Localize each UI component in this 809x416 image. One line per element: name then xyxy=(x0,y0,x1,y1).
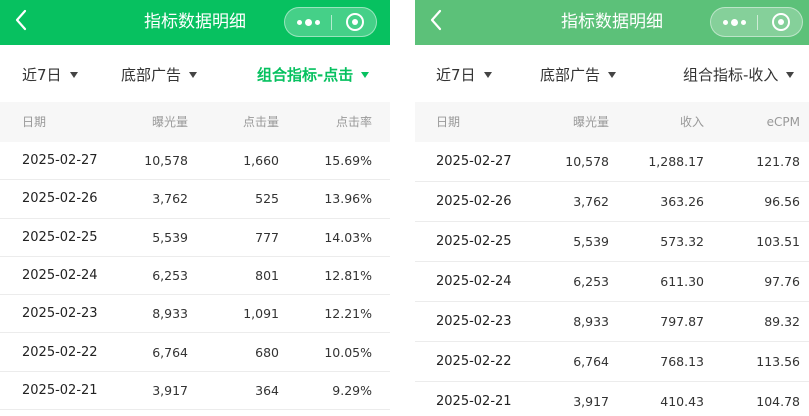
nav-bar: 指标数据明细 xyxy=(0,0,390,45)
cell-ecpm: 96.56 xyxy=(764,194,800,209)
table-row: 2025-02-22 6,764 680 10.05% xyxy=(0,333,390,372)
capsule-close-dot xyxy=(778,19,784,25)
more-dots-icon xyxy=(731,19,738,26)
ad-filter[interactable]: 底部广告 xyxy=(121,64,198,85)
close-button[interactable] xyxy=(758,8,804,36)
caret-down-icon xyxy=(483,72,492,78)
table-row: 2025-02-21 3,917 410.43 104.78 xyxy=(415,382,809,416)
ad-filter-label: 底部广告 xyxy=(121,66,182,84)
cell-ctr: 9.29% xyxy=(332,382,372,398)
metric-filter[interactable]: 组合指标-点击 xyxy=(257,64,370,85)
cell-ctr: 15.69% xyxy=(324,153,372,169)
capsule-close-dot xyxy=(352,19,358,25)
range-filter-label: 近7日 xyxy=(22,66,62,84)
more-dots-icon xyxy=(723,20,728,25)
table-row: 2025-02-22 6,764 768.13 113.56 xyxy=(415,342,809,382)
cell-ctr: 10.05% xyxy=(324,344,372,360)
table-header: 日期 曝光量 收入 eCPM xyxy=(415,102,809,142)
table-row: 2025-02-25 5,539 777 14.03% xyxy=(0,218,390,257)
more-dots-icon xyxy=(305,19,312,26)
nav-bar: 指标数据明细 xyxy=(415,0,809,45)
ad-filter-label: 底部广告 xyxy=(540,66,601,84)
table-row: 2025-02-24 6,253 801 12.81% xyxy=(0,256,390,296)
caret-down-icon xyxy=(786,72,795,78)
left-phone-screen: 指标数据明细 近7日 底部广告 组合指标-点击 日期 曝光量 点击量 点击率 2… xyxy=(0,0,390,416)
cell-ecpm: 103.51 xyxy=(756,234,800,249)
table-row: 2025-02-27 10,578 1,660 15.69% xyxy=(0,142,390,181)
table-row: 2025-02-26 3,762 363.26 96.56 xyxy=(415,182,809,222)
cell-ctr: 14.03% xyxy=(324,229,372,245)
caret-down-icon xyxy=(608,72,617,78)
range-filter[interactable]: 近7日 xyxy=(22,64,78,85)
range-filter[interactable]: 近7日 xyxy=(436,64,492,85)
screenshot-canvas: 指标数据明细 近7日 底部广告 组合指标-点击 日期 曝光量 点击量 点击率 2… xyxy=(0,0,809,416)
cell-ecpm: 89.32 xyxy=(764,314,800,329)
more-button[interactable] xyxy=(711,8,757,36)
table-row: 2025-02-24 6,253 611.30 97.76 xyxy=(415,262,809,302)
more-dots-icon xyxy=(297,20,302,25)
table-row: 2025-02-25 5,539 573.32 103.51 xyxy=(415,222,809,262)
cell-ctr: 12.81% xyxy=(324,268,372,284)
panel-gap xyxy=(390,0,415,416)
cell-ecpm: 113.56 xyxy=(756,354,800,369)
table-row: 2025-02-27 10,578 1,288.17 121.78 xyxy=(415,142,809,182)
data-table-body: 2025-02-27 10,578 1,288.17 121.78 2025-0… xyxy=(415,142,809,416)
col-header-ecpm: eCPM xyxy=(766,115,800,129)
cell-ecpm: 97.76 xyxy=(764,274,800,289)
cell-ecpm: 121.78 xyxy=(756,154,800,169)
filter-bar: 近7日 底部广告 组合指标-点击 xyxy=(0,45,390,102)
metric-filter-label: 组合指标-点击 xyxy=(257,66,354,84)
cell-ctr: 13.96% xyxy=(324,191,372,207)
miniprogram-capsule xyxy=(284,7,377,37)
metric-filter-label: 组合指标-收入 xyxy=(683,66,779,84)
col-header-ctr: 点击率 xyxy=(335,115,372,129)
data-table-body: 2025-02-27 10,578 1,660 15.69% 2025-02-2… xyxy=(0,142,390,411)
caret-down-icon xyxy=(189,72,198,78)
table-row: 2025-02-21 3,917 364 9.29% xyxy=(0,371,390,411)
cell-ecpm: 104.78 xyxy=(756,394,800,409)
right-phone-screen: 指标数据明细 近7日 底部广告 组合指标-收入 日期 曝光量 收入 eCPM 2… xyxy=(415,0,809,416)
cell-ctr: 12.21% xyxy=(324,306,372,322)
table-row: 2025-02-23 8,933 797.87 89.32 xyxy=(415,302,809,342)
close-button[interactable] xyxy=(332,8,378,36)
ad-filter[interactable]: 底部广告 xyxy=(540,64,617,85)
more-dots-icon xyxy=(315,20,320,25)
range-filter-label: 近7日 xyxy=(436,66,476,84)
table-row: 2025-02-23 8,933 1,091 12.21% xyxy=(0,295,390,334)
table-row: 2025-02-26 3,762 525 13.96% xyxy=(0,180,390,219)
more-button[interactable] xyxy=(285,8,331,36)
caret-down-icon xyxy=(69,72,78,78)
miniprogram-capsule xyxy=(710,7,803,37)
caret-down-icon xyxy=(361,72,370,78)
filter-bar: 近7日 底部广告 组合指标-收入 xyxy=(415,45,809,102)
table-header: 日期 曝光量 点击量 点击率 xyxy=(0,102,390,142)
more-dots-icon xyxy=(741,20,746,25)
metric-filter[interactable]: 组合指标-收入 xyxy=(683,64,795,85)
